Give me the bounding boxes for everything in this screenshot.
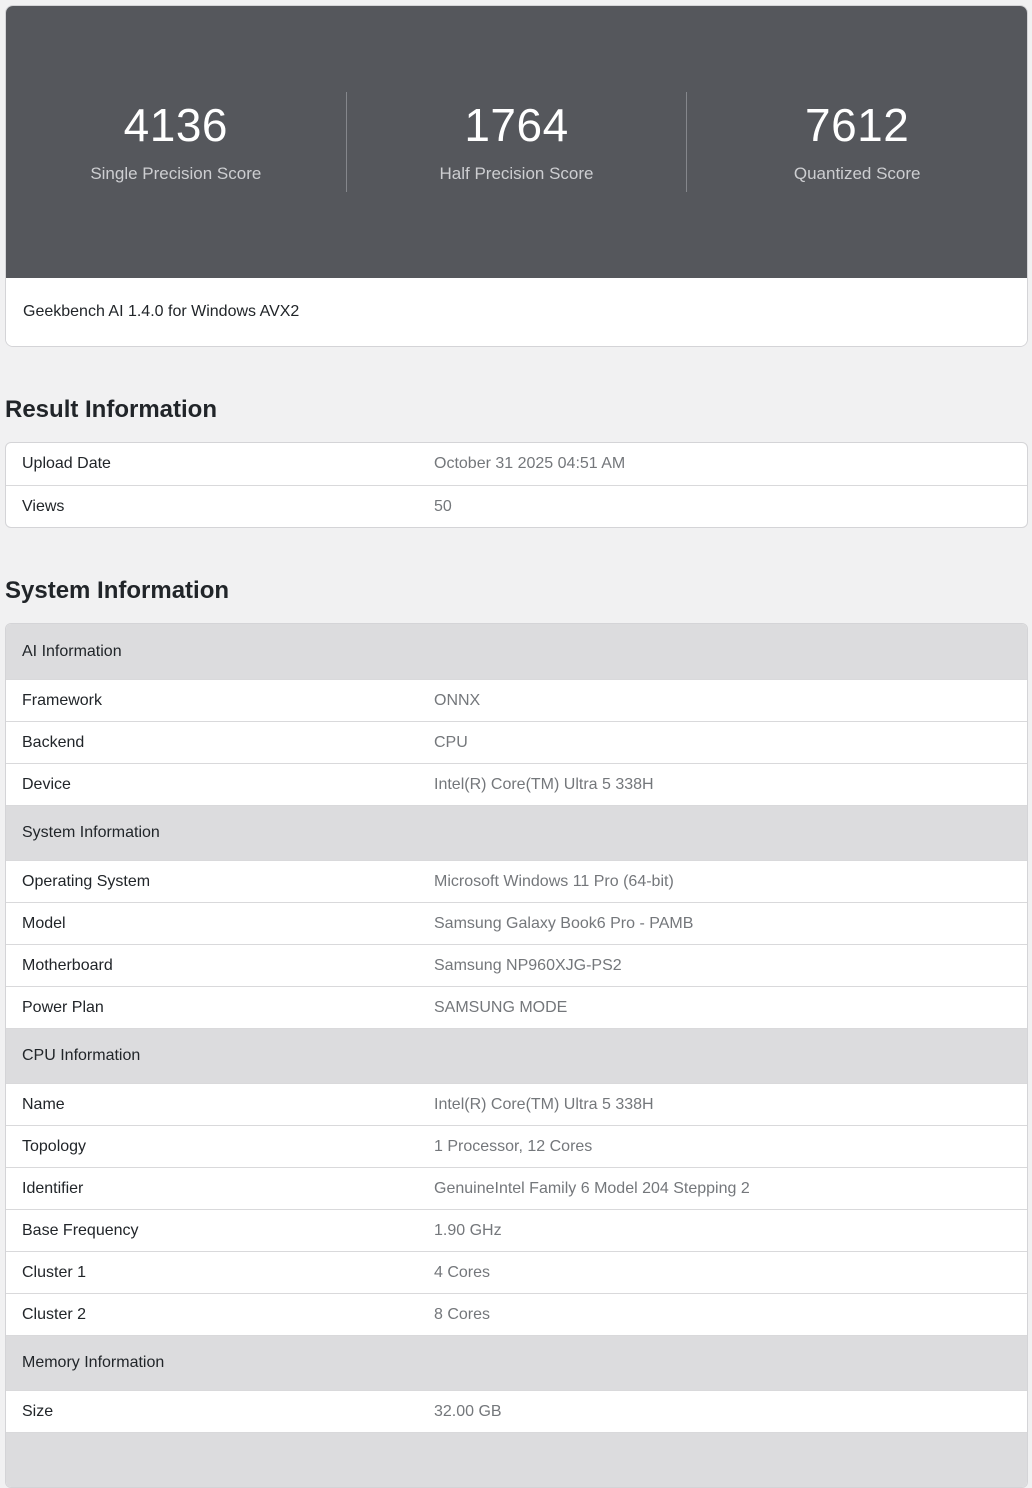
row-value: 4 Cores [418, 1251, 1027, 1293]
table-row: MotherboardSamsung NP960XJG-PS2 [6, 944, 1027, 986]
table-section-header-label [6, 1432, 1027, 1487]
table-row: Operating SystemMicrosoft Windows 11 Pro… [6, 860, 1027, 902]
table-section-header-label: AI Information [6, 624, 1027, 679]
row-label: Size [6, 1390, 418, 1432]
row-value: Intel(R) Core(TM) Ultra 5 338H [418, 763, 1027, 805]
table-row: Size32.00 GB [6, 1390, 1027, 1432]
row-label: Motherboard [6, 944, 418, 986]
table-section-header-label: CPU Information [6, 1028, 1027, 1083]
score-label: Single Precision Score [90, 164, 261, 184]
row-label: Cluster 2 [6, 1293, 418, 1335]
row-value: 32.00 GB [418, 1390, 1027, 1432]
table-section-header: System Information [6, 805, 1027, 860]
row-value: Intel(R) Core(TM) Ultra 5 338H [418, 1083, 1027, 1125]
score-label: Half Precision Score [440, 164, 594, 184]
table-row: Views50 [6, 485, 1027, 527]
table-row: FrameworkONNX [6, 679, 1027, 721]
row-value: 8 Cores [418, 1293, 1027, 1335]
row-value: Samsung NP960XJG-PS2 [418, 944, 1027, 986]
table-row: BackendCPU [6, 721, 1027, 763]
row-value: Samsung Galaxy Book6 Pro - PAMB [418, 902, 1027, 944]
score-value: 1764 [464, 100, 568, 150]
table-row: Upload DateOctober 31 2025 04:51 AM [6, 443, 1027, 485]
score-label: Quantized Score [794, 164, 921, 184]
row-label: Views [6, 485, 418, 527]
section-title: Result Information [5, 396, 1028, 424]
table-section-header-label: System Information [6, 805, 1027, 860]
row-label: Backend [6, 721, 418, 763]
row-label: Framework [6, 679, 418, 721]
row-label: Model [6, 902, 418, 944]
table-row: Cluster 28 Cores [6, 1293, 1027, 1335]
table-row: NameIntel(R) Core(TM) Ultra 5 338H [6, 1083, 1027, 1125]
row-value: 50 [418, 485, 1027, 527]
row-label: Operating System [6, 860, 418, 902]
row-label: Identifier [6, 1167, 418, 1209]
score-cell: 4136 Single Precision Score [6, 92, 346, 192]
table-row: Base Frequency1.90 GHz [6, 1209, 1027, 1251]
row-label: Power Plan [6, 986, 418, 1028]
section-title: System Information [5, 577, 1028, 605]
table-row: DeviceIntel(R) Core(TM) Ultra 5 338H [6, 763, 1027, 805]
info-table: Upload DateOctober 31 2025 04:51 AMViews… [5, 442, 1028, 528]
row-label: Topology [6, 1125, 418, 1167]
row-label: Base Frequency [6, 1209, 418, 1251]
row-value: CPU [418, 721, 1027, 763]
table-section-header: CPU Information [6, 1028, 1027, 1083]
row-value: Microsoft Windows 11 Pro (64-bit) [418, 860, 1027, 902]
score-summary-header: 4136 Single Precision Score 1764 Half Preci… [6, 6, 1027, 278]
score-cell: 1764 Half Precision Score [346, 92, 687, 192]
row-label: Upload Date [6, 443, 418, 485]
table-row: Power PlanSAMSUNG MODE [6, 986, 1027, 1028]
row-value: SAMSUNG MODE [418, 986, 1027, 1028]
table-row: Cluster 14 Cores [6, 1251, 1027, 1293]
table-section-header [6, 1432, 1027, 1487]
row-label: Cluster 1 [6, 1251, 418, 1293]
benchmark-score-card: 4136 Single Precision Score 1764 Half Preci… [5, 5, 1028, 347]
row-label: Name [6, 1083, 418, 1125]
table-section-header-label: Memory Information [6, 1335, 1027, 1390]
page: 4136 Single Precision Score 1764 Half Preci… [0, 0, 1032, 1488]
row-value: 1 Processor, 12 Cores [418, 1125, 1027, 1167]
row-label: Device [6, 763, 418, 805]
score-cell: 7612 Quantized Score [686, 92, 1027, 192]
table-section-header: AI Information [6, 624, 1027, 679]
score-value: 7612 [805, 100, 909, 150]
benchmark-version-bar: Geekbench AI 1.4.0 for Windows AVX2 [6, 278, 1027, 346]
row-value: GenuineIntel Family 6 Model 204 Stepping… [418, 1167, 1027, 1209]
table-row: ModelSamsung Galaxy Book6 Pro - PAMB [6, 902, 1027, 944]
row-value: ONNX [418, 679, 1027, 721]
main-content: Result Information Upload DateOctober 31 … [5, 396, 1028, 1488]
info-table: AI InformationFrameworkONNXBackendCPUDev… [5, 623, 1028, 1488]
table-row: Topology1 Processor, 12 Cores [6, 1125, 1027, 1167]
row-value: October 31 2025 04:51 AM [418, 443, 1027, 485]
benchmark-version-label: Geekbench AI 1.4.0 for Windows AVX2 [23, 303, 299, 321]
score-value: 4136 [124, 100, 228, 150]
table-section-header: Memory Information [6, 1335, 1027, 1390]
table-row: IdentifierGenuineIntel Family 6 Model 20… [6, 1167, 1027, 1209]
row-value: 1.90 GHz [418, 1209, 1027, 1251]
